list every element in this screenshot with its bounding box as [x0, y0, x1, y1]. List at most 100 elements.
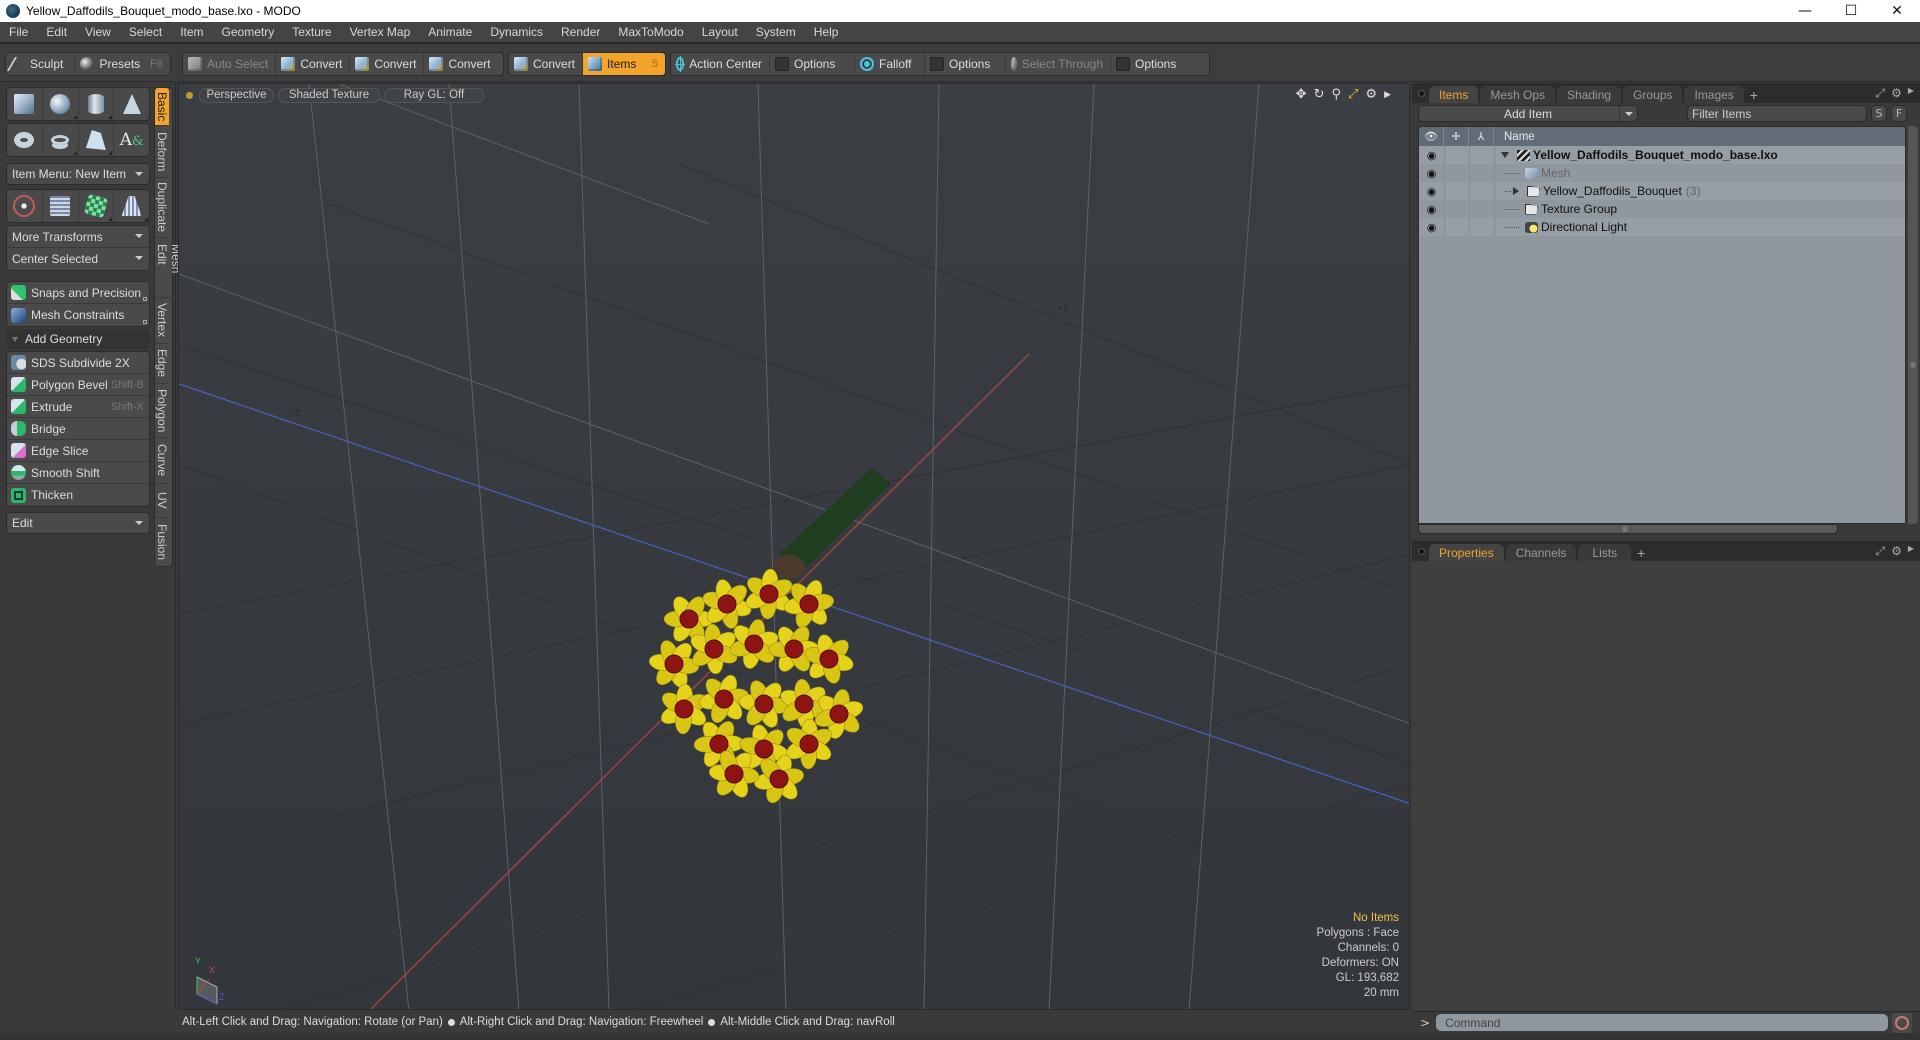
eye-icon[interactable]: ◉: [1419, 149, 1444, 162]
select-through-options-button[interactable]: Options: [1111, 53, 1209, 75]
expand-panel-icon[interactable]: ⤢: [1875, 544, 1885, 559]
bridge-button[interactable]: Bridge: [7, 418, 149, 440]
items-mode-button[interactable]: Items 5: [583, 53, 665, 75]
checker-tool[interactable]: [79, 190, 115, 222]
deform-grid-tool[interactable]: [43, 190, 79, 222]
item-list-horizontal-scrollbar[interactable]: [1418, 524, 1838, 534]
item-row-mesh[interactable]: ◉ Mesh: [1419, 164, 1905, 182]
menu-animate[interactable]: Animate: [419, 22, 481, 42]
view-type-button[interactable]: Perspective: [199, 87, 274, 103]
tab-mesh-ops[interactable]: Mesh Ops: [1480, 86, 1556, 103]
close-button[interactable]: ✕: [1874, 0, 1920, 22]
action-center-button[interactable]: Action Center: [671, 53, 770, 75]
minimize-button[interactable]: —: [1782, 0, 1828, 22]
text-tool[interactable]: A&: [114, 124, 149, 156]
record-macro-button[interactable]: [1892, 1012, 1913, 1033]
more-transforms-dropdown[interactable]: More Transforms: [7, 226, 149, 248]
gear-icon[interactable]: ⚙: [1891, 86, 1902, 101]
maximize-button[interactable]: ☐: [1828, 0, 1874, 22]
sds-subdivide-button[interactable]: SDS Subdivide 2X: [7, 352, 149, 374]
tab-images[interactable]: Images: [1684, 86, 1744, 103]
maximize-viewport-icon[interactable]: ⤢: [1348, 87, 1358, 102]
falloff-button[interactable]: Falloff: [855, 53, 925, 75]
panel-menu-dot[interactable]: [1418, 90, 1425, 97]
s-filter-button[interactable]: S: [1871, 105, 1887, 122]
menu-dynamics[interactable]: Dynamics: [481, 22, 552, 42]
expand-triangle-icon[interactable]: [1513, 187, 1519, 195]
expand-triangle-icon[interactable]: [1501, 152, 1509, 158]
select-through-button[interactable]: Select Through: [1006, 53, 1111, 75]
name-column-header[interactable]: Name: [1494, 131, 1535, 143]
vtab-curve[interactable]: Curve: [155, 438, 169, 484]
menu-texture[interactable]: Texture: [283, 22, 340, 42]
gear-icon[interactable]: ⚙: [1365, 87, 1377, 102]
cone-tool[interactable]: [114, 88, 149, 120]
smooth-shift-button[interactable]: Smooth Shift: [7, 462, 149, 484]
tab-groups[interactable]: Groups: [1623, 86, 1683, 103]
menu-maxtomodo[interactable]: MaxToModo: [609, 22, 692, 42]
zoom-magnifier-icon[interactable]: ⚲: [1331, 87, 1341, 102]
pan-move-icon[interactable]: ✥: [1296, 87, 1307, 102]
item-row-scene[interactable]: ◉ Yellow_Daffodils_Bouquet_modo_base.lxo: [1419, 146, 1905, 164]
menu-help[interactable]: Help: [805, 22, 848, 42]
thicken-button[interactable]: Thicken: [7, 484, 149, 506]
item-menu-dropdown[interactable]: Item Menu: New Item: [6, 163, 150, 185]
vtab-duplicate[interactable]: Duplicate: [155, 178, 169, 238]
play-arrow-icon[interactable]: ▶: [1384, 90, 1391, 100]
eye-icon[interactable]: ◉: [1419, 185, 1444, 198]
add-geometry-section[interactable]: Add Geometry: [6, 329, 150, 349]
extrude-button[interactable]: Extrude Shift-X: [7, 396, 149, 418]
chevron-down-icon[interactable]: [1619, 106, 1637, 121]
tab-shading[interactable]: Shading: [1557, 86, 1622, 103]
vtab-uv[interactable]: UV: [155, 484, 169, 518]
f-filter-button[interactable]: F: [1891, 105, 1907, 122]
eye-icon[interactable]: ◉: [1419, 167, 1444, 180]
edge-slice-button[interactable]: Edge Slice: [7, 440, 149, 462]
shading-mode-button[interactable]: Shaded Texture: [278, 87, 380, 103]
3d-viewport[interactable]: +X -Z Y X Z Perspective Shaded Texture R…: [178, 83, 1410, 1010]
menu-item[interactable]: Item: [171, 22, 212, 42]
menu-select[interactable]: Select: [120, 22, 171, 42]
menu-file[interactable]: File: [0, 22, 37, 42]
convert-vertices-button[interactable]: Convert: [276, 53, 351, 75]
item-row-texture-group[interactable]: ◉ Texture Group: [1419, 200, 1905, 218]
item-row-directional-light[interactable]: ◉ Directional Light: [1419, 218, 1905, 236]
cube-tool[interactable]: [7, 88, 43, 120]
axis-column-icon[interactable]: ⅄: [1469, 127, 1494, 146]
capsule-tool[interactable]: [43, 124, 79, 156]
action-center-options-button[interactable]: Options: [770, 53, 855, 75]
transform-tool[interactable]: [7, 190, 43, 222]
tab-properties[interactable]: Properties: [1429, 544, 1504, 561]
item-list-vertical-scrollbar[interactable]: [1908, 126, 1918, 524]
presets-button[interactable]: Presets F6: [75, 53, 170, 75]
vtab-fusion[interactable]: Fusion: [155, 518, 169, 566]
convert-materials-button[interactable]: Convert: [509, 53, 584, 75]
menu-edit[interactable]: Edit: [37, 22, 76, 42]
vtab-deform[interactable]: Deform: [155, 126, 169, 178]
auto-select-button[interactable]: Auto Select: [183, 53, 277, 75]
falloff-options-button[interactable]: Options: [925, 53, 1006, 75]
viewport-menu-dot[interactable]: [186, 91, 193, 99]
panel-menu-dot[interactable]: [1418, 548, 1425, 555]
menu-view[interactable]: View: [76, 22, 120, 42]
cylinder-tool[interactable]: [79, 88, 115, 120]
tab-items[interactable]: Items: [1429, 86, 1479, 103]
vtab-basic[interactable]: Basic: [155, 88, 169, 126]
vtab-polygon[interactable]: Polygon: [155, 384, 169, 438]
menu-system[interactable]: System: [747, 22, 805, 42]
gear-icon[interactable]: ⚙: [1891, 544, 1902, 559]
panel-arrow-icon[interactable]: ▶: [1908, 86, 1914, 101]
add-item-button[interactable]: Add Item: [1418, 105, 1638, 122]
menu-render[interactable]: Render: [552, 22, 609, 42]
rotate-icon[interactable]: ↻: [1314, 87, 1325, 102]
tab-lists[interactable]: Lists: [1578, 544, 1632, 561]
taper-tool[interactable]: [114, 190, 149, 222]
pen-tool[interactable]: [79, 124, 115, 156]
lock-column-icon[interactable]: ✛: [1444, 127, 1469, 146]
add-tab-button[interactable]: +: [1746, 86, 1762, 103]
menu-geometry[interactable]: Geometry: [213, 22, 284, 42]
convert-edges-button[interactable]: Convert: [350, 53, 425, 75]
polygon-bevel-button[interactable]: Polygon Bevel Shift-B: [7, 374, 149, 396]
expand-panel-icon[interactable]: ⤢: [1875, 86, 1885, 101]
sphere-tool[interactable]: [43, 88, 79, 120]
